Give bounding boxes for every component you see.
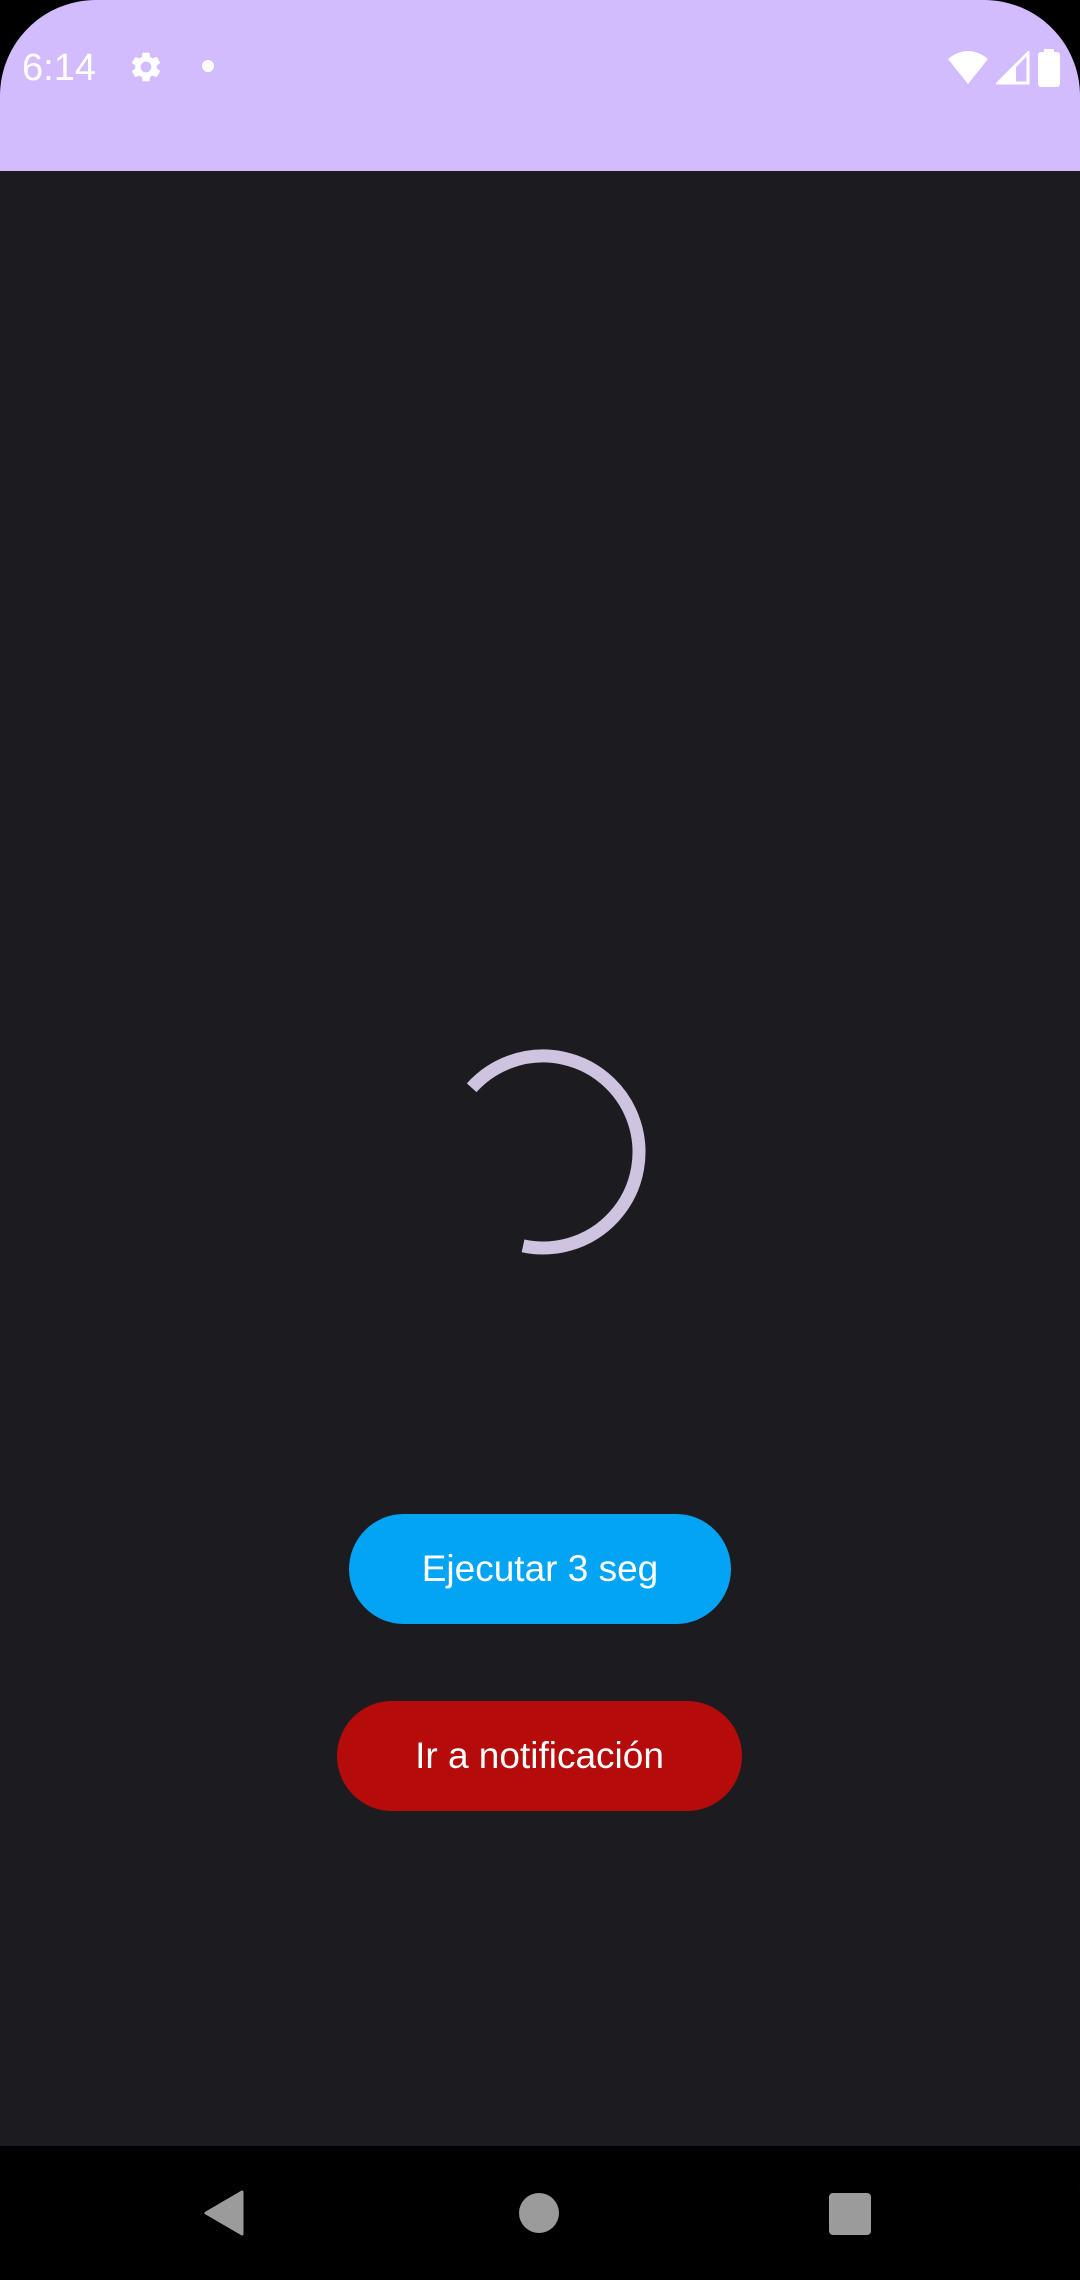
- run-3-seconds-button[interactable]: Ejecutar 3 seg: [349, 1514, 731, 1624]
- navigation-bar: [0, 2146, 1080, 2280]
- wifi-icon: [948, 51, 988, 85]
- home-icon[interactable]: [519, 2193, 559, 2233]
- cell-signal-icon: [996, 51, 1030, 85]
- loading-spinner: [466, 1049, 646, 1255]
- battery-icon: [1038, 49, 1060, 87]
- device-screen: 6:14 Ejecutar 3 seg Ir a notificación: [0, 0, 1080, 2280]
- status-icons: [948, 48, 1060, 88]
- go-to-notification-button[interactable]: Ir a notificación: [337, 1701, 742, 1811]
- notification-dot-icon: [202, 60, 214, 72]
- gear-icon: [128, 49, 164, 85]
- status-bar: 6:14: [0, 0, 1080, 171]
- status-time: 6:14: [22, 47, 96, 89]
- main-content: Ejecutar 3 seg Ir a notificación: [0, 171, 1080, 2146]
- recents-icon[interactable]: [829, 2193, 871, 2235]
- back-icon[interactable]: [204, 2190, 244, 2236]
